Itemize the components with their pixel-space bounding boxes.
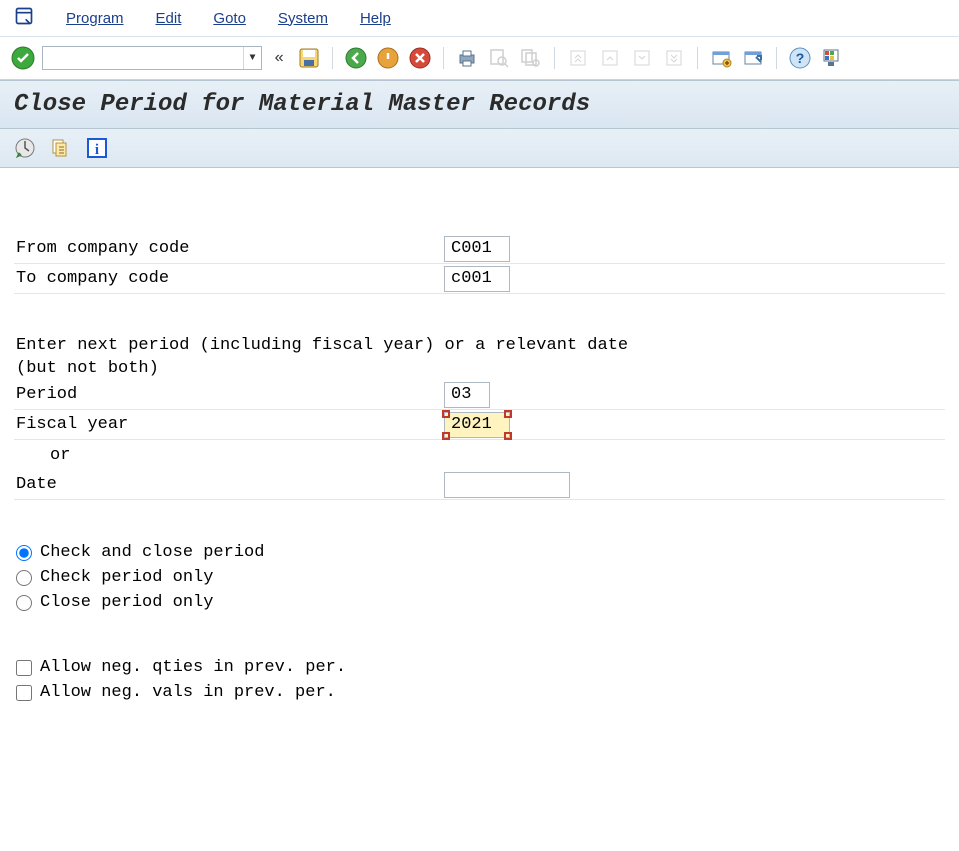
enter-button[interactable]: [10, 45, 36, 71]
get-variant-button[interactable]: [48, 135, 74, 161]
next-page-button[interactable]: [629, 45, 655, 71]
check-and-close-radio-label: Check and close period: [40, 543, 264, 562]
period-label: Period: [14, 385, 444, 404]
standard-toolbar: ▼ « ?: [0, 37, 959, 80]
exit-button[interactable]: [375, 45, 401, 71]
check-and-close-radio[interactable]: Check and close period: [14, 540, 945, 565]
allow-neg-val-checkbox-input[interactable]: [16, 685, 32, 701]
allow-neg-qty-checkbox[interactable]: Allow neg. qties in prev. per.: [14, 655, 945, 680]
program-menu[interactable]: Program: [66, 10, 124, 27]
allow-neg-val-label: Allow neg. vals in prev. per.: [40, 683, 336, 702]
new-session-button[interactable]: [708, 45, 734, 71]
info-button[interactable]: i: [84, 135, 110, 161]
focus-corner-icon: [504, 410, 512, 418]
check-only-radio[interactable]: Check period only: [14, 565, 945, 590]
command-field[interactable]: ▼: [42, 46, 262, 70]
first-page-button[interactable]: [565, 45, 591, 71]
back-button[interactable]: [343, 45, 369, 71]
period-input[interactable]: [444, 382, 490, 408]
mode-radio-group: Check and close period Check period only…: [14, 540, 945, 615]
svg-text:i: i: [95, 142, 99, 158]
print-button[interactable]: [454, 45, 480, 71]
check-only-radio-input[interactable]: [16, 570, 32, 586]
goto-menu[interactable]: Goto: [213, 10, 246, 27]
allow-neg-qty-label: Allow neg. qties in prev. per.: [40, 658, 346, 677]
customize-button[interactable]: [819, 45, 845, 71]
svg-text:?: ?: [796, 50, 805, 66]
system-menu[interactable]: System: [278, 10, 328, 27]
date-row: Date: [14, 470, 945, 500]
instruction-line-2: (but not both): [14, 357, 945, 380]
command-dropdown-icon[interactable]: ▼: [243, 47, 261, 69]
date-input[interactable]: [444, 472, 570, 498]
application-toolbar: i: [0, 129, 959, 168]
title-bar: Close Period for Material Master Records: [0, 80, 959, 129]
execute-button[interactable]: [12, 135, 38, 161]
form-area: From company code To company code Enter …: [0, 168, 959, 745]
date-label: Date: [14, 475, 444, 494]
options-checkbox-group: Allow neg. qties in prev. per. Allow neg…: [14, 655, 945, 705]
from-company-code-label: From company code: [14, 239, 444, 258]
find-button[interactable]: [486, 45, 512, 71]
check-and-close-radio-input[interactable]: [16, 545, 32, 561]
help-menu[interactable]: Help: [360, 10, 391, 27]
close-only-radio-input[interactable]: [16, 595, 32, 611]
command-input[interactable]: [43, 47, 243, 69]
period-row: Period: [14, 380, 945, 410]
cancel-button[interactable]: [407, 45, 433, 71]
check-only-radio-label: Check period only: [40, 568, 213, 587]
focus-corner-icon: [504, 432, 512, 440]
close-only-radio-label: Close period only: [40, 593, 213, 612]
chevron-left-icon[interactable]: «: [268, 47, 290, 69]
from-company-code-input[interactable]: [444, 236, 510, 262]
fiscal-year-label: Fiscal year: [14, 415, 444, 434]
focus-corner-icon: [442, 432, 450, 440]
help-button[interactable]: ?: [787, 45, 813, 71]
to-company-code-row: To company code: [14, 264, 945, 294]
save-button[interactable]: [296, 45, 322, 71]
layout-button[interactable]: [740, 45, 766, 71]
fiscal-year-input[interactable]: [444, 412, 510, 438]
from-company-code-row: From company code: [14, 234, 945, 264]
instruction-line-1: Enter next period (including fiscal year…: [14, 334, 945, 357]
allow-neg-val-checkbox[interactable]: Allow neg. vals in prev. per.: [14, 680, 945, 705]
last-page-button[interactable]: [661, 45, 687, 71]
page-title: Close Period for Material Master Records: [14, 91, 945, 118]
close-only-radio[interactable]: Close period only: [14, 590, 945, 615]
window-menu-icon[interactable]: [14, 6, 34, 30]
allow-neg-qty-checkbox-input[interactable]: [16, 660, 32, 676]
focus-corner-icon: [442, 410, 450, 418]
find-next-button[interactable]: [518, 45, 544, 71]
or-label: or: [14, 446, 444, 465]
edit-menu[interactable]: Edit: [156, 10, 182, 27]
to-company-code-input[interactable]: [444, 266, 510, 292]
prev-page-button[interactable]: [597, 45, 623, 71]
menu-bar: Program Edit Goto System Help: [0, 0, 959, 37]
fiscal-year-row: Fiscal year: [14, 410, 945, 440]
or-row: or: [14, 440, 945, 470]
to-company-code-label: To company code: [14, 269, 444, 288]
